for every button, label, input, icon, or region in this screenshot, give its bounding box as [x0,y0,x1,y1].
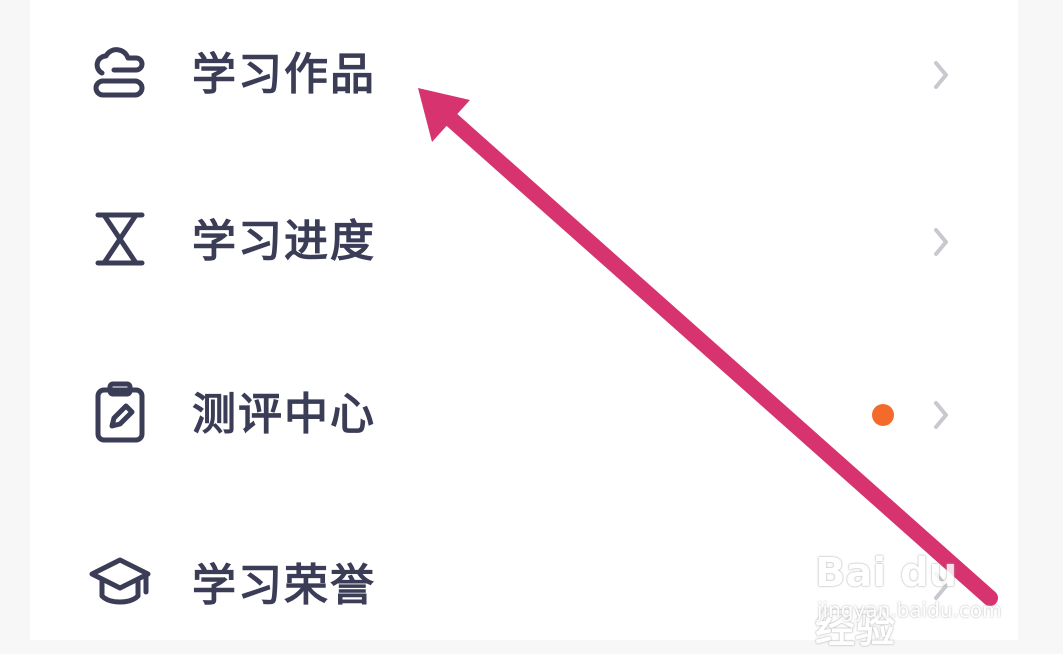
cloud-stack-icon [88,43,152,107]
baidu-jingyan-watermark: Bai du 经验 jingyan.baidu.com [815,540,1005,652]
notification-dot [872,404,894,426]
menu-item-learning-progress[interactable]: 学习进度 [30,180,1018,310]
menu-label: 学习进度 [192,216,376,267]
graduation-cap-icon [88,552,152,616]
hourglass-icon [88,207,152,271]
chevron-right-icon [928,55,954,95]
chevron-right-icon [928,222,954,262]
watermark-sub-text: jingyan.baidu.com [817,598,1002,622]
menu-label: 学习荣誉 [192,560,376,611]
menu-label: 学习作品 [192,49,376,100]
clipboard-pen-icon [88,380,152,444]
menu-item-learning-works[interactable]: 学习作品 [30,10,1018,140]
chevron-right-icon [928,395,954,435]
menu-item-assessment-center[interactable]: 测评中心 [30,350,1018,480]
menu-label: 测评中心 [192,389,376,440]
